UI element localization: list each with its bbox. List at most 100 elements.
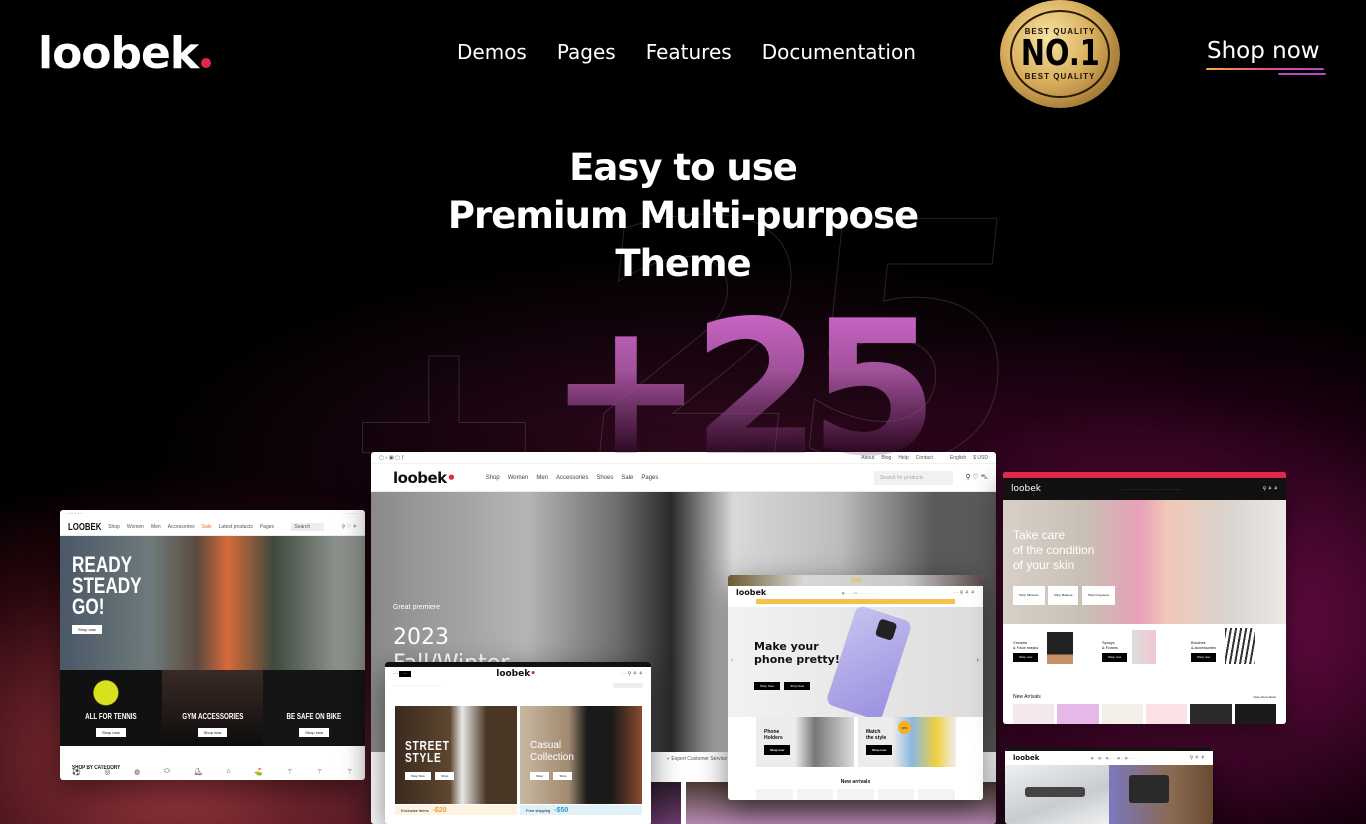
mock-nav-item: Accessories: [167, 524, 195, 530]
tile-title: GYM ACCESSORIES: [181, 712, 244, 721]
mock-logo: loobek•: [393, 468, 456, 487]
card-phone-holders[interactable]: Phone Holders Shop now: [756, 717, 854, 767]
banner-title: Casual: [530, 740, 562, 751]
mock-nav-item: Shop: [485, 474, 500, 481]
nav-pages[interactable]: Pages: [557, 40, 616, 64]
product-thumbs: [1013, 704, 1276, 724]
card-match-style[interactable]: Match the style Shop now 30%: [858, 717, 956, 767]
badge-center-text: NO.1: [1020, 33, 1100, 74]
category-sprays[interactable]: Sprays & Foams Shop now: [1102, 630, 1187, 664]
category-button[interactable]: Shop now: [1191, 653, 1217, 662]
carousel-next-icon[interactable]: ›: [977, 657, 979, 664]
hero-button[interactable]: Shop Makeup: [1047, 586, 1079, 605]
mock-search: Search: [291, 523, 325, 531]
mock-search: [613, 682, 643, 688]
mock-logo: loobek: [1011, 484, 1041, 494]
hero-button[interactable]: Shop Skincare: [1013, 586, 1045, 605]
nav-documentation[interactable]: Documentation: [762, 40, 916, 64]
tile-gym[interactable]: GYM ACCESSORIES Shop now: [161, 670, 264, 746]
sport-hero-button[interactable]: Shop now: [72, 625, 102, 634]
hero-line-2: Premium Multi-purpose: [447, 194, 919, 237]
mock-nav-item: Pages: [259, 524, 275, 530]
section-heading: New arrivals: [840, 779, 871, 785]
best-quality-badge: BEST QUALITY NO.1 BEST QUALITY: [1000, 0, 1120, 108]
social-icons: ◦ ◦ ◦ ◦ ◦: [68, 511, 83, 517]
currency-select: $ USD: [973, 454, 988, 461]
mock-nav-item: Sale: [201, 524, 212, 530]
mock-nav: ···· ····· ······ ·········· ···· ··· ··…: [1122, 487, 1182, 491]
banner-button[interactable]: Shop: [553, 772, 573, 780]
demo-preview-sport[interactable]: ◦ ◦ ◦ ◦ ◦ · · · · LOOBEK Shop Women Men A…: [60, 510, 365, 780]
demo-preview-menswear[interactable]: ··· ·· loobek• · · ⚲ ⚘ ⚘ ··· ····· ···· …: [385, 662, 651, 824]
mock-nav-item: Latest products: [218, 524, 253, 530]
mock-header-icons: ⚲ ♡ ⛍: [965, 474, 988, 481]
hero-eyebrow: Great premiere: [393, 604, 441, 611]
category-brushes[interactable]: Brushes & Accessories Shop now: [1191, 628, 1276, 664]
mock-logo: loobek: [1013, 754, 1040, 762]
demo-preview-beauty[interactable]: loobek ···· ····· ······ ·········· ····…: [1003, 472, 1286, 724]
shop-now-link[interactable]: Shop now: [1207, 38, 1320, 64]
banner-button[interactable]: Shop: [530, 772, 550, 780]
camera-image: [1109, 765, 1213, 824]
hero-button[interactable]: Shop Now: [754, 682, 780, 690]
nav-demos[interactable]: Demos: [457, 40, 527, 64]
hero-button[interactable]: Shop Fragrance: [1081, 586, 1116, 605]
banner-title: STYLE: [405, 750, 442, 765]
mock-logo: loobek•: [496, 669, 536, 679]
tile-title: BE SAFE ON BIKE: [286, 712, 342, 721]
promo-strip-1: Exclusive items -$20: [395, 805, 517, 815]
mock-header-icons: ⚲ ⚘ ⚘: [1262, 486, 1278, 492]
carousel-prev-icon[interactable]: ‹: [731, 657, 733, 664]
section-heading: New Arrivals: [1013, 694, 1041, 700]
banner-street-style[interactable]: STREET STYLE Shop Now Shop: [395, 706, 517, 804]
tile-tennis[interactable]: ALL FOR TENNIS Shop now: [60, 670, 162, 746]
tile-button[interactable]: Shop now: [197, 728, 228, 737]
tile-button[interactable]: Shop now: [95, 728, 126, 737]
electronics-hero: Make your phone pretty! Shop Now Shop No…: [728, 604, 983, 722]
hero-heading: Easy to use Premium Multi-purpose Theme: [0, 144, 1366, 288]
banner-title: Collection: [530, 752, 574, 763]
mock-header-icons: ⚲ ♡ ⚘: [341, 524, 357, 530]
mock-nav: ▤ ··· ▤ ··· ▤ ······· ▤ ··· ▤ ······ ···: [1090, 756, 1139, 760]
category-button[interactable]: Shop now: [1013, 653, 1039, 662]
notice-bar: [756, 599, 955, 604]
category-creams[interactable]: Creams & Face masks Shop now: [1013, 632, 1098, 664]
sport-hero-image: READY STEADY GO! Shop now: [60, 536, 365, 670]
mock-header-icons: ⚲ ⚘ ⚘: [1189, 755, 1205, 761]
discount-badge: 30%: [898, 721, 911, 734]
banner-button[interactable]: Shop Now: [405, 772, 431, 780]
demo-preview-tech[interactable]: loobek ▤ ··· ▤ ··· ▤ ······· ▤ ··· ▤ ···…: [1005, 748, 1213, 824]
demo-count: +25: [548, 280, 939, 497]
banner-casual-collection[interactable]: Casual Collection Shop Shop: [520, 706, 642, 804]
language-select: English: [949, 454, 967, 461]
view-all-link[interactable]: View all products: [1253, 695, 1276, 699]
card-button[interactable]: Shop now: [866, 745, 893, 755]
tile-title: ALL FOR TENNIS: [85, 712, 137, 721]
tile-button[interactable]: Shop now: [299, 728, 330, 737]
category-button[interactable]: Shop now: [1102, 653, 1128, 662]
product-thumbs: [756, 789, 955, 800]
tile-bike[interactable]: BE SAFE ON BIKE Shop now: [263, 670, 365, 746]
logo[interactable]: loobek: [38, 28, 212, 79]
mock-logo: LOOBEK: [68, 521, 102, 533]
hero-line-1: Easy to use: [569, 146, 798, 189]
hero-button[interactable]: Shop Now: [784, 682, 811, 690]
hero-title-3: of your skin: [1013, 558, 1075, 572]
service-info: ◐ Expert Customer Service: [667, 756, 727, 762]
nav-features[interactable]: Features: [646, 40, 732, 64]
sport-hero-title-3: GO!: [72, 594, 105, 619]
sport-hero-title-1: READY: [72, 552, 133, 577]
main-nav: Demos Pages Features Documentation: [457, 40, 916, 64]
mock-nav-item: Men: [536, 474, 548, 481]
mock-header-icons: · · ⚲ ⚘ ⚘: [621, 671, 643, 677]
mock-nav-item: Women: [126, 524, 144, 530]
logo-dot: [201, 58, 212, 68]
banner-button[interactable]: Shop: [435, 772, 455, 780]
mock-header-icons: · · ⚲ ⚘ ⚘: [953, 589, 975, 596]
hero-title-1: Make your: [754, 640, 819, 653]
logo-text: loobek: [38, 28, 199, 79]
drone-image: [1005, 765, 1109, 824]
card-button[interactable]: Shop now: [764, 745, 791, 755]
hero-title-2: of the condition: [1013, 543, 1095, 557]
demo-preview-electronics[interactable]: -30% loobek ▤ ········ ⊡ ········ ··· ··…: [728, 575, 983, 800]
